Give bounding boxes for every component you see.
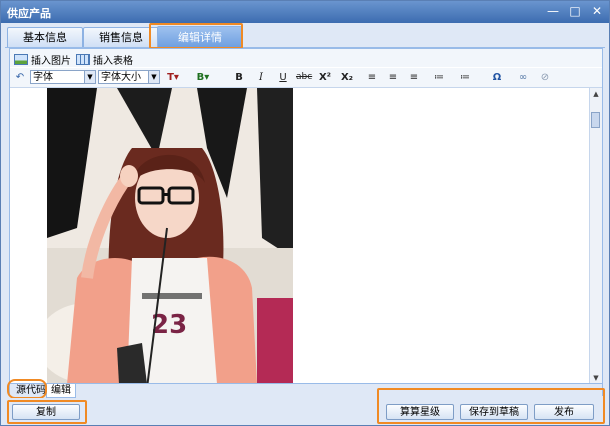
italic-icon[interactable]: I <box>254 70 268 85</box>
unlink-icon[interactable]: ⊘ <box>538 70 552 85</box>
tab-bar: 基本信息 销售信息 编辑详情 <box>5 25 605 48</box>
numbered-list-icon[interactable]: ≔ <box>458 70 472 85</box>
window-title: 供应产品 <box>7 7 51 20</box>
maximize-icon[interactable]: □ <box>567 4 583 19</box>
font-family-select[interactable]: 字体 ▼ <box>30 70 96 84</box>
scroll-up-icon[interactable]: ▲ <box>590 88 602 100</box>
insert-table-button[interactable]: 插入表格 <box>76 52 133 67</box>
insert-image-label: 插入图片 <box>31 56 71 67</box>
align-right-icon[interactable]: ≡ <box>407 70 421 85</box>
model-photo-graphic: 23 <box>47 88 293 384</box>
undo-icon[interactable]: ↶ <box>13 70 27 85</box>
bullet-list-icon[interactable]: ≔ <box>432 70 446 85</box>
title-bar: 供应产品 — □ ✕ <box>1 1 609 23</box>
align-center-icon[interactable]: ≡ <box>386 70 400 85</box>
superscript-icon[interactable]: X² <box>318 70 332 85</box>
align-left-icon[interactable]: ≡ <box>365 70 379 85</box>
supply-product-window: 供应产品 — □ ✕ 基本信息 销售信息 编辑详情 插入图片 插入表格 ↶ 字体 <box>0 0 610 426</box>
insert-toolbar: 插入图片 插入表格 <box>10 49 602 67</box>
image-icon <box>14 54 28 65</box>
editor-content-area[interactable]: 23 <box>10 88 590 384</box>
chevron-down-icon: ▼ <box>148 71 159 83</box>
background-color-icon[interactable]: B▾ <box>196 70 210 85</box>
font-size-select[interactable]: 字体大小 ▼ <box>98 70 160 84</box>
strikethrough-icon[interactable]: abc <box>296 70 312 85</box>
chevron-down-icon: ▼ <box>84 71 95 83</box>
copy-button[interactable]: 复制 <box>12 404 80 420</box>
save-draft-button[interactable]: 保存到草稿 <box>460 404 528 420</box>
tab-edit-mode[interactable]: 编辑 <box>46 384 76 398</box>
table-icon <box>76 54 90 65</box>
subscript-icon[interactable]: X₂ <box>340 70 354 85</box>
bold-icon[interactable]: B <box>232 70 246 85</box>
editor-scrollbar[interactable]: ▲ ▼ <box>589 88 602 384</box>
link-icon[interactable]: ∞ <box>516 70 530 85</box>
special-char-icon[interactable]: Ω <box>490 70 504 85</box>
scroll-thumb[interactable] <box>591 112 600 128</box>
rate-stars-button[interactable]: 算算星级 <box>386 404 454 420</box>
minimize-icon[interactable]: — <box>545 4 561 19</box>
insert-image-button[interactable]: 插入图片 <box>14 52 71 67</box>
font-color-icon[interactable]: T▾ <box>166 70 180 85</box>
tab-edit-details[interactable]: 编辑详情 <box>157 26 243 48</box>
close-icon[interactable]: ✕ <box>589 4 605 19</box>
product-photo: 23 <box>47 88 293 384</box>
editor-mode-tabs: 源代码 编辑 <box>10 383 602 398</box>
rich-text-editor: 插入图片 插入表格 ↶ 字体 ▼ 字体大小 ▼ T▾ B▾ B I U abc … <box>9 48 603 398</box>
format-toolbar: ↶ 字体 ▼ 字体大小 ▼ T▾ B▾ B I U abc X² X₂ ≡ ≡ … <box>10 68 602 88</box>
insert-table-label: 插入表格 <box>93 56 133 67</box>
tab-sales-info[interactable]: 销售信息 <box>83 27 159 47</box>
tab-basic-info[interactable]: 基本信息 <box>7 27 83 47</box>
underline-icon[interactable]: U <box>276 70 290 85</box>
footer-bar: 复制 算算星级 保存到草稿 发布 <box>2 398 608 424</box>
font-family-value: 字体 <box>33 72 53 83</box>
font-size-value: 字体大小 <box>101 72 141 83</box>
tab-source-code[interactable]: 源代码 <box>12 384 50 397</box>
publish-button[interactable]: 发布 <box>534 404 594 420</box>
